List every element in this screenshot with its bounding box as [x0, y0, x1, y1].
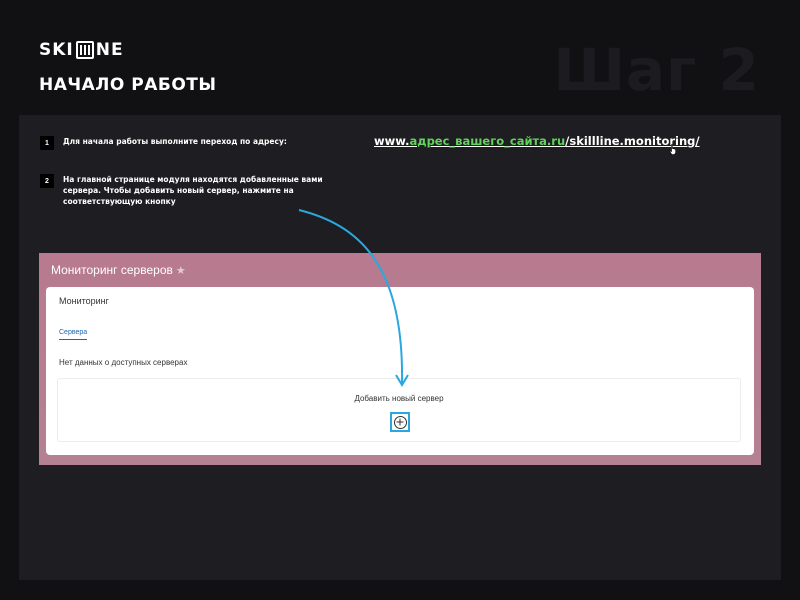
star-icon[interactable]: ★: [176, 264, 186, 277]
url-path: /skillline.monitoring/: [565, 134, 700, 148]
add-server-label: Добавить новый сервер: [354, 394, 444, 403]
empty-message: Нет данных о доступных серверах: [59, 358, 188, 367]
plus-icon: [393, 415, 407, 429]
module-screenshot: Мониторинг серверов ★ Мониторинг Сервера…: [39, 253, 761, 465]
logo-bars-icon: [75, 41, 94, 59]
step-number: 1: [40, 136, 54, 150]
step-1: 1 Для начала работы выполните переход по…: [40, 136, 287, 150]
module-url-link[interactable]: www.адрес_вашего_сайта.ru/skillline.moni…: [374, 134, 700, 148]
skillline-logo: SKI NE: [39, 40, 124, 60]
add-server-button[interactable]: [390, 412, 410, 432]
logo-text-right: NE: [95, 40, 124, 60]
logo-text-left: SKI: [39, 40, 74, 60]
url-prefix: www.: [374, 134, 410, 148]
step-text: Для начала работы выполните переход по а…: [63, 137, 287, 146]
page-title-text: Мониторинг серверов: [51, 263, 173, 277]
step-number: 2: [40, 174, 54, 188]
step-text: На главной странице модуля находятся доб…: [63, 175, 323, 206]
hand-cursor-icon: [669, 144, 677, 155]
step-watermark: Шаг 2: [553, 36, 760, 104]
page-title: Мониторинг серверов ★: [51, 263, 186, 277]
url-site: адрес_вашего_сайта.ru: [409, 134, 566, 148]
monitoring-card: Мониторинг Сервера Нет данных о доступны…: [46, 287, 754, 455]
instruction-panel: 1 Для начала работы выполните переход по…: [19, 115, 781, 580]
card-title: Мониторинг: [59, 296, 109, 306]
section-title: НАЧАЛО РАБОТЫ: [39, 75, 217, 95]
step-2: 2 На главной странице модуля находятся д…: [40, 174, 350, 207]
tab-servers[interactable]: Сервера: [59, 329, 88, 340]
add-server-box: Добавить новый сервер: [57, 378, 741, 442]
